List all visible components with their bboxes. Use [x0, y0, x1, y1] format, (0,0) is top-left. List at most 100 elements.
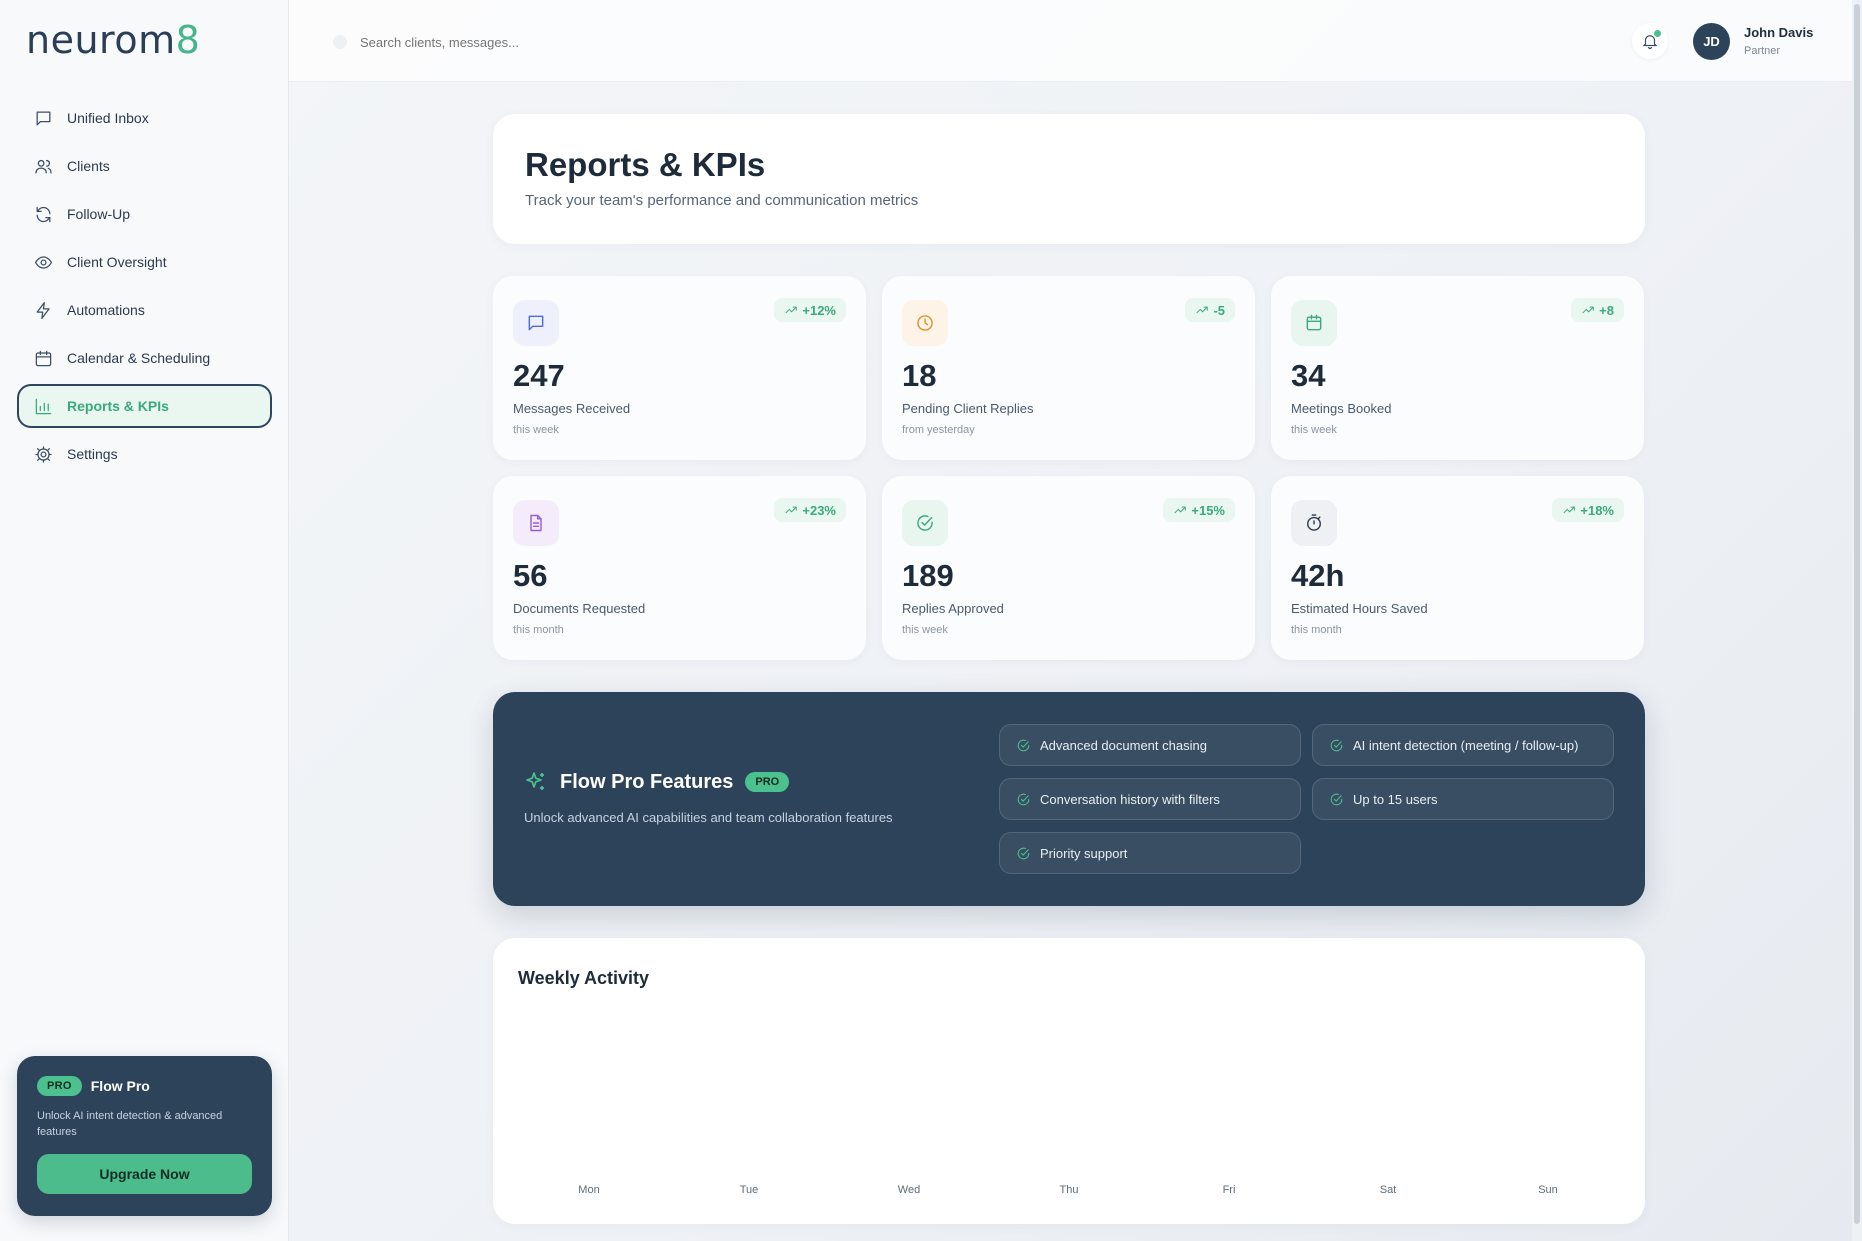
feature-label: Priority support — [1040, 845, 1128, 861]
sidebar-item-settings[interactable]: Settings — [17, 432, 272, 476]
sidebar-item-label: Automations — [67, 302, 145, 318]
page-subtitle: Track your team's performance and commun… — [525, 192, 919, 209]
logo-accent: 8 — [175, 18, 201, 62]
features-title: Flow Pro Features — [560, 770, 734, 793]
feature-item: Advanced document chasing — [999, 724, 1301, 766]
sidebar-item-unified-inbox[interactable]: Unified Inbox — [17, 96, 272, 140]
kpi-trend-badge: +23% — [774, 498, 846, 522]
feature-label: Conversation history with filters — [1040, 791, 1220, 807]
feature-item: Conversation history with filters — [999, 778, 1301, 820]
topbar: JD John Davis Partner — [289, 0, 1852, 82]
kpi-trend-value: +15% — [1191, 502, 1225, 518]
eye-icon — [34, 255, 53, 269]
features-title-row: Flow Pro Features PRO — [524, 770, 790, 794]
kpi-trend-value: +18% — [1580, 502, 1614, 518]
search-icon — [333, 35, 347, 49]
check-circle-icon — [1017, 793, 1030, 805]
sidebar-item-label: Calendar & Scheduling — [67, 350, 211, 366]
pro-features-banner: Flow Pro Features PRO Unlock advanced AI… — [493, 692, 1645, 906]
kpi-label: Pending Client Replies — [902, 401, 1034, 416]
feature-item: Priority support — [999, 832, 1301, 874]
bar-chart-icon — [35, 398, 52, 414]
pro-badge: PRO — [37, 1076, 82, 1096]
upgrade-now-button[interactable]: Upgrade Now — [37, 1154, 252, 1194]
calendar-icon — [1306, 314, 1322, 331]
kpi-card-pending-client-replies: -5 18 Pending Client Replies from yester… — [882, 276, 1255, 460]
kpi-icon-wrap — [902, 500, 948, 546]
kpi-label: Replies Approved — [902, 601, 1004, 616]
kpi-trend-badge: +8 — [1571, 298, 1624, 322]
calendar-icon — [35, 350, 52, 366]
stopwatch-icon — [1307, 514, 1321, 531]
kpi-trend-value: -5 — [1213, 302, 1225, 318]
sidebar-item-follow-up[interactable]: Follow-Up — [17, 192, 272, 236]
kpi-period: this month — [1291, 624, 1342, 636]
kpi-period: this week — [1291, 424, 1337, 436]
sidebar-pro-card: PRO Flow Pro Unlock AI intent detection … — [17, 1056, 272, 1216]
kpi-trend-value: +12% — [802, 302, 836, 318]
kpi-card-documents-requested: +23% 56 Documents Requested this month — [493, 476, 866, 660]
kpi-value: 18 — [902, 358, 937, 393]
kpi-value: 189 — [902, 558, 954, 593]
logo-text: neurom — [26, 18, 176, 62]
kpi-trend-badge: +12% — [774, 298, 846, 322]
scrollbar-thumb[interactable] — [1854, 4, 1860, 1224]
logo[interactable]: neurom8 — [26, 18, 200, 62]
features-description: Unlock advanced AI capabilities and team… — [524, 810, 893, 825]
trend-up-icon — [785, 506, 798, 514]
check-circle-icon — [1017, 739, 1030, 751]
sidebar-item-label: Settings — [67, 446, 118, 462]
kpi-label: Documents Requested — [513, 601, 646, 616]
kpi-card-replies-approved: +15% 189 Replies Approved this week — [882, 476, 1255, 660]
feature-item: Up to 15 users — [1312, 778, 1614, 820]
sidebar: neurom8 Unified Inbox Clients Follow-Up … — [0, 0, 289, 1241]
bolt-icon — [36, 301, 50, 319]
kpi-value: 42h — [1291, 558, 1345, 593]
page-title: Reports & KPIs — [525, 146, 766, 183]
kpi-label: Meetings Booked — [1291, 401, 1392, 416]
kpi-card-meetings-booked: +8 34 Meetings Booked this week — [1271, 276, 1644, 460]
notification-dot — [1654, 30, 1661, 37]
notifications-button[interactable] — [1632, 23, 1668, 59]
trend-up-icon — [1174, 506, 1187, 514]
feature-label: Up to 15 users — [1353, 791, 1438, 807]
users-icon — [35, 159, 52, 173]
check-circle-icon — [1330, 739, 1343, 751]
pro-card-description: Unlock AI intent detection & advanced fe… — [37, 1110, 223, 1138]
sidebar-item-client-oversight[interactable]: Client Oversight — [17, 240, 272, 284]
sidebar-item-label: Unified Inbox — [67, 110, 149, 126]
kpi-period: this week — [513, 424, 559, 436]
weekly-activity-card: Weekly Activity Mon Tue Wed Thu Fri Sat … — [493, 938, 1645, 1224]
sidebar-item-label: Reports & KPIs — [67, 398, 169, 414]
kpi-card-messages-received: +12% 247 Messages Received this week — [493, 276, 866, 460]
day-label: Wed — [897, 1184, 921, 1196]
feature-label: AI intent detection (meeting / follow-up… — [1353, 737, 1579, 753]
kpi-value: 247 — [513, 358, 565, 393]
check-circle-icon — [1330, 793, 1343, 805]
sparkles-icon — [526, 772, 544, 790]
day-label: Tue — [739, 1184, 759, 1196]
page-header-card: Reports & KPIs Track your team's perform… — [493, 114, 1645, 244]
sidebar-item-clients[interactable]: Clients — [17, 144, 272, 188]
user-role: Partner — [1744, 45, 1781, 57]
pro-badge: PRO — [745, 772, 790, 792]
kpi-trend-value: +8 — [1599, 302, 1614, 318]
pro-card-header: PRO Flow Pro — [37, 1076, 252, 1096]
kpi-trend-value: +23% — [802, 502, 836, 518]
pro-card-title: Flow Pro — [90, 1078, 150, 1094]
day-label: Fri — [1222, 1184, 1236, 1196]
avatar[interactable]: JD — [1693, 23, 1730, 60]
day-label: Mon — [578, 1184, 600, 1196]
sidebar-item-calendar[interactable]: Calendar & Scheduling — [17, 336, 272, 380]
sidebar-item-label: Client Oversight — [67, 254, 167, 270]
sidebar-item-reports[interactable]: Reports & KPIs — [17, 384, 272, 428]
day-label: Sat — [1379, 1184, 1397, 1196]
sidebar-item-label: Follow-Up — [67, 206, 131, 222]
search-input[interactable] — [360, 34, 740, 50]
sidebar-item-automations[interactable]: Automations — [17, 288, 272, 332]
day-label: Thu — [1059, 1184, 1079, 1196]
check-circle-icon — [1017, 847, 1030, 859]
sidebar-nav: Unified Inbox Clients Follow-Up Client O… — [17, 96, 272, 480]
user-name[interactable]: John Davis — [1744, 25, 1813, 40]
refresh-icon — [36, 206, 51, 222]
